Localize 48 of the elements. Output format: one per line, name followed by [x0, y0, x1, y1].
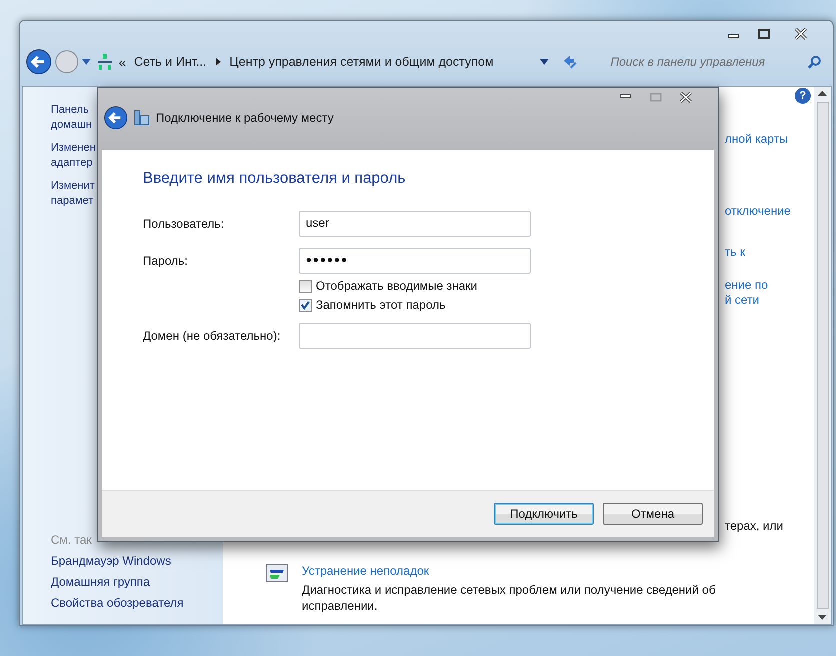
field-label: Пользователь: — [143, 217, 226, 231]
sidebar-link[interactable]: Домашняя группа — [51, 575, 223, 589]
cancel-button[interactable]: Отмена — [603, 503, 703, 525]
search-icon — [808, 56, 821, 68]
section-heading: См. так — [51, 533, 93, 547]
scroll-up-icon[interactable] — [818, 91, 827, 96]
network-icon — [98, 54, 112, 70]
close-button[interactable] — [679, 92, 693, 102]
password-field[interactable]: ●●●●●● — [299, 248, 531, 274]
domain-field[interactable] — [299, 323, 531, 349]
troubleshoot-icon — [266, 564, 288, 582]
building-icon — [134, 110, 150, 126]
dialog-heading: Введите имя пользователя и пароль — [143, 170, 407, 188]
breadcrumb-item[interactable]: Центр управления сетями и общим доступом — [226, 55, 497, 69]
dropdown-icon[interactable] — [540, 59, 549, 65]
close-button[interactable] — [793, 28, 809, 40]
search-field[interactable]: Поиск в панели управления — [598, 51, 827, 73]
checkbox-label[interactable]: Отображать вводимые знаки — [316, 279, 478, 293]
text-fragment: терах, или — [725, 519, 784, 534]
field-label: Домен (не обязательно): — [143, 329, 282, 343]
link[interactable]: лной карты — [725, 132, 814, 147]
troubleshoot-link[interactable]: Устранение неполадок — [302, 564, 732, 578]
sidebar-link[interactable]: Свойства обозревателя — [51, 596, 223, 610]
checkbox[interactable] — [299, 298, 312, 312]
dialog-title: Подключение к рабочему месту — [156, 111, 334, 125]
link[interactable]: ение по — [725, 278, 814, 293]
scrollbar[interactable] — [814, 87, 831, 624]
description-text: Диагностика и исправление сетевых проблем или получение сведений об исправлении. — [302, 582, 717, 614]
scroll-down-icon[interactable] — [818, 615, 827, 620]
sidebar-link[interactable]: Брандмауэр Windows — [51, 554, 223, 568]
caret-icon[interactable] — [82, 59, 91, 65]
refresh-icon[interactable] — [562, 55, 578, 69]
link[interactable]: отключение — [725, 204, 814, 219]
arrow-icon — [216, 58, 221, 66]
checkbox[interactable] — [299, 280, 312, 292]
username-field[interactable]: user — [299, 211, 531, 237]
back-button[interactable] — [26, 49, 52, 75]
minimize-button[interactable] — [620, 94, 632, 100]
link[interactable]: ть к — [725, 245, 814, 260]
back-button[interactable] — [104, 106, 128, 130]
maximize-button[interactable] — [757, 29, 771, 39]
checkbox-label[interactable]: Запомнить этот пароль — [316, 298, 446, 312]
field-label: Пароль: — [143, 254, 189, 268]
connect-button[interactable]: Подключить — [494, 503, 594, 525]
chevron-icon[interactable]: « — [119, 54, 126, 70]
help-icon[interactable]: ? — [795, 88, 811, 104]
link[interactable]: й сети — [725, 293, 814, 308]
breadcrumb-item[interactable]: Сеть и Инт... — [131, 55, 210, 69]
